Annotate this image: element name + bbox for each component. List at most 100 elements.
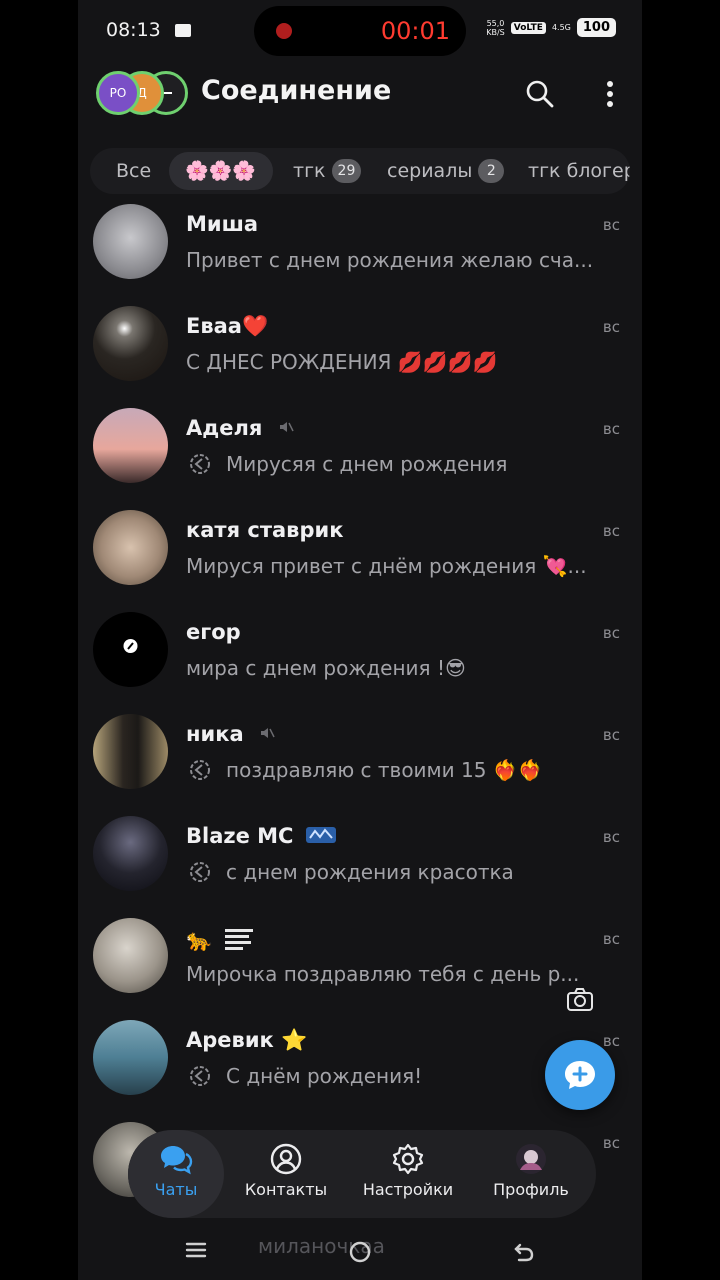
nav-label: Контакты	[244, 1180, 328, 1199]
tab-label: тгк	[293, 160, 326, 182]
chat-name: 🐆	[186, 926, 257, 953]
signal-label: 4.5G	[551, 23, 571, 32]
avatar	[93, 1020, 168, 1095]
chat-preview: Мирусяя с днем рождения	[186, 452, 616, 476]
phone-screen: 08:13 00:01 55,0 KB/S VoLTE 4.5G 100 РО Д…	[78, 0, 642, 1280]
chat-name: егор	[186, 620, 241, 644]
chat-name: катя ставрик	[186, 518, 344, 542]
chat-name: Аревик ⭐	[186, 1028, 308, 1052]
tab-flowers[interactable]: 🌸🌸🌸	[185, 148, 256, 194]
tab-series[interactable]: сериалы 2	[387, 148, 505, 194]
chat-preview-text: с днем рождения красотка	[226, 860, 514, 884]
chat-name: Еваа❤️	[186, 314, 269, 338]
search-button[interactable]	[522, 76, 558, 112]
avatar	[93, 408, 168, 483]
more-menu-button[interactable]	[592, 76, 628, 112]
chat-item[interactable]: Blaze MC вс с днем рождения красотка	[78, 816, 642, 918]
tab-profile[interactable]: Профиль	[478, 1130, 584, 1218]
recording-timer: 00:01	[380, 17, 450, 45]
new-chat-button[interactable]	[545, 1040, 615, 1110]
chat-item[interactable]: ника вс поздравляю с твоими 15 ❤️‍🔥❤️‍🔥	[78, 714, 642, 816]
back-icon[interactable]	[512, 1240, 536, 1264]
home-icon[interactable]	[348, 1240, 372, 1264]
chat-name: Blaze MC	[186, 824, 337, 848]
chat-preview-text: Мирусяя с днем рождения	[226, 452, 508, 476]
tab-all[interactable]: Все	[116, 148, 151, 194]
story-reply-icon	[190, 454, 210, 474]
avatar	[93, 612, 168, 687]
logo-icon	[123, 639, 138, 653]
page-title: Соединение	[201, 75, 392, 106]
unread-badge: 2	[478, 159, 505, 183]
camera-icon	[567, 988, 593, 1011]
chat-name-text: Аделя	[186, 416, 263, 440]
system-navigation-bar: миланочкаа	[78, 1228, 642, 1280]
tab-contacts[interactable]: Контакты	[236, 1130, 336, 1218]
app-header: РО Д Соединение	[78, 62, 642, 124]
chat-date: вс	[602, 522, 620, 540]
tab-tgk-blogger[interactable]: тгк блогер	[528, 148, 630, 194]
nav-label: Профиль	[493, 1180, 569, 1199]
tab-label: Все	[116, 160, 152, 182]
folder-tabs: Все 🌸🌸🌸 тгк 29 сериалы 2 тгк блогер	[90, 148, 630, 194]
chat-preview: С ДНЕС РОЖДЕНИЯ 💋💋💋💋	[186, 350, 498, 374]
story-reply-icon	[190, 760, 210, 780]
recent-apps-icon[interactable]	[184, 1238, 208, 1262]
muted-icon	[279, 422, 294, 432]
nav-label: Чаты	[154, 1180, 198, 1199]
tab-label: тгк блогер	[528, 160, 630, 182]
chat-date: вс	[602, 624, 620, 642]
chat-preview-text: С днём рождения!	[226, 1064, 423, 1088]
chat-preview: мира с днем рождения !😎	[186, 656, 466, 680]
story-reply-icon	[190, 1066, 210, 1086]
chat-name-text: Blaze MC	[186, 824, 294, 848]
chat-date: вс	[602, 420, 620, 438]
chat-item[interactable]: Аделя вс Мирусяя с днем рождения	[78, 408, 642, 510]
status-time: 08:13	[106, 19, 161, 41]
chat-preview: Мируся привет с днём рождения 💘...	[186, 554, 587, 578]
chat-date: вс	[602, 726, 620, 744]
story-avatars-stack[interactable]: РО Д	[96, 71, 190, 117]
settings-icon	[392, 1143, 424, 1175]
chat-preview: Мирочка поздравляю тебя с день р...	[186, 962, 580, 986]
chat-item[interactable]: Миша вс Привет с днем рождения желаю сча…	[78, 204, 642, 306]
contacts-icon	[270, 1143, 302, 1175]
chat-date: вс	[602, 1032, 620, 1050]
camera-button[interactable]	[566, 986, 594, 1014]
tab-settings[interactable]: Настройки	[352, 1130, 464, 1218]
chat-preview: с днем рождения красотка	[186, 860, 616, 884]
nav-label: Настройки	[362, 1180, 454, 1199]
chats-icon	[161, 1146, 193, 1175]
muted-icon	[260, 728, 275, 738]
screen-recording-pill[interactable]: 00:01	[254, 6, 466, 56]
chat-name-text: 🐆	[186, 928, 213, 952]
avatar	[93, 204, 168, 279]
chat-date: вс	[602, 318, 620, 336]
avatar	[93, 918, 168, 993]
chat-date: вс	[602, 216, 620, 234]
chat-date: вс	[602, 828, 620, 846]
system-icons: 55,0 KB/S VoLTE 4.5G 100	[486, 18, 616, 37]
chat-item[interactable]: Еваа❤️ вс С ДНЕС РОЖДЕНИЯ 💋💋💋💋	[78, 306, 642, 408]
chat-item[interactable]: катя ставрик вс Мируся привет с днём рож…	[78, 510, 642, 612]
new-message-icon	[565, 1061, 595, 1089]
avatar	[93, 816, 168, 891]
more-vertical-icon	[607, 81, 613, 107]
chat-preview: Привет с днем рождения желаю сча...	[186, 248, 594, 272]
status-bar: 08:13 00:01 55,0 KB/S VoLTE 4.5G 100	[78, 0, 642, 62]
chat-name: Аделя	[186, 416, 294, 440]
chat-item[interactable]: егор вс мира с днем рождения !😎	[78, 612, 642, 714]
tab-tgk[interactable]: тгк 29	[293, 148, 362, 194]
video-record-icon	[175, 24, 191, 37]
volte-badge: VoLTE	[510, 21, 546, 34]
tab-chats[interactable]: Чаты	[128, 1130, 224, 1218]
chat-date: вс	[602, 1134, 620, 1152]
unread-badge: 29	[331, 159, 362, 183]
story-avatar: РО	[96, 71, 140, 115]
recording-dot-icon	[276, 23, 292, 39]
chat-name: ника	[186, 722, 275, 746]
net-speed: 55,0 KB/S	[486, 18, 505, 37]
chat-item[interactable]: 🐆 вс Мирочка поздравляю тебя с день р...	[78, 918, 642, 1020]
story-reply-icon	[190, 862, 210, 882]
avatar	[93, 714, 168, 789]
